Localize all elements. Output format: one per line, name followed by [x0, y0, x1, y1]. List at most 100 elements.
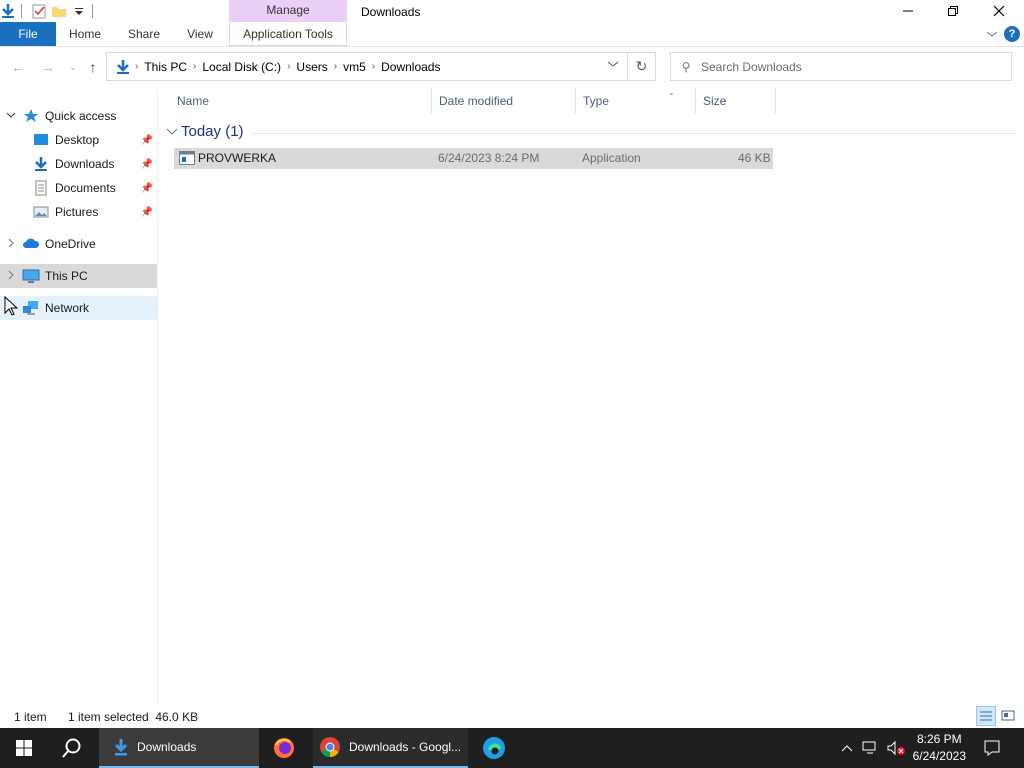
title-bar: Manage Downloads	[0, 0, 1024, 22]
search-placeholder: Search Downloads	[701, 59, 802, 74]
details-view-button[interactable]	[976, 706, 996, 726]
taskbar-file-explorer[interactable]: Downloads	[99, 728, 259, 768]
sidebar-item-desktop[interactable]: Desktop 📌	[0, 128, 157, 152]
new-folder-icon[interactable]	[51, 3, 67, 19]
taskbar-chrome[interactable]: Downloads - Googl...	[313, 728, 468, 768]
tab-file[interactable]: File	[0, 22, 56, 46]
customize-toolbar-icon[interactable]	[71, 3, 87, 19]
pictures-icon	[33, 206, 49, 218]
download-arrow-icon[interactable]	[0, 3, 16, 19]
sidebar-item-network[interactable]: Network	[0, 296, 157, 320]
pin-icon[interactable]: 📌	[141, 135, 153, 146]
refresh-icon: ↻	[635, 58, 648, 74]
file-date-modified: 6/24/2023 8:24 PM	[438, 151, 540, 165]
column-header-type[interactable]: Type	[576, 88, 696, 114]
taskbar-label: Downloads - Googl...	[349, 740, 462, 754]
address-history-dropdown[interactable]	[607, 59, 619, 72]
pane-divider[interactable]	[157, 90, 158, 705]
start-button[interactable]	[0, 728, 48, 768]
close-button[interactable]	[976, 0, 1022, 22]
group-header-today[interactable]: Today (1)	[166, 123, 244, 140]
file-row[interactable]: PROVWERKA 6/24/2023 8:24 PM Application …	[174, 148, 773, 169]
sidebar-item-downloads[interactable]: Downloads 📌	[0, 152, 157, 176]
windows-logo-icon	[16, 740, 32, 756]
action-center-icon	[984, 740, 1000, 756]
navigation-pane: Quick access Desktop 📌 Downloads 📌 Docum…	[0, 90, 158, 705]
minimize-button[interactable]	[885, 0, 931, 22]
network-status-icon	[862, 741, 876, 754]
sidebar-item-documents[interactable]: Documents 📌	[0, 176, 157, 200]
selection-info: 1 item selected 46.0 KB	[68, 710, 199, 724]
breadcrumb-users[interactable]: Users	[290, 60, 333, 74]
item-count: 1 item	[14, 710, 47, 724]
show-hidden-icons-button[interactable]	[836, 728, 858, 768]
volume-tray-button[interactable]	[884, 728, 908, 768]
sidebar-item-onedrive[interactable]: OneDrive	[0, 232, 157, 256]
toolbar-separator	[21, 4, 22, 18]
tab-home[interactable]: Home	[60, 22, 110, 46]
chevron-down-icon: ⌄	[69, 62, 77, 72]
sidebar-item-label: Desktop	[55, 133, 100, 147]
pin-icon[interactable]: 📌	[141, 207, 153, 218]
column-header-name[interactable]: Name	[170, 88, 432, 114]
taskbar-edge[interactable]	[476, 728, 512, 768]
column-header-date-modified[interactable]: Date modified	[432, 88, 576, 114]
system-clock[interactable]: 8:26 PM 6/24/2023	[913, 731, 966, 765]
pin-icon[interactable]: 📌	[141, 159, 153, 170]
network-icon	[23, 301, 38, 315]
computer-icon	[22, 269, 40, 283]
chevron-right-icon[interactable]	[0, 270, 22, 283]
back-arrow-icon: ←	[11, 59, 25, 75]
breadcrumb-local-disk[interactable]: Local Disk (C:)	[196, 60, 287, 74]
firefox-icon	[274, 738, 294, 758]
document-icon	[35, 180, 47, 196]
window-title: Downloads	[361, 5, 421, 19]
sidebar-item-pictures[interactable]: Pictures 📌	[0, 200, 157, 224]
sidebar-item-label: Downloads	[55, 157, 115, 171]
details-view-icon	[980, 711, 992, 721]
breadcrumb-this-pc[interactable]: This PC	[138, 60, 193, 74]
search-button[interactable]	[48, 728, 96, 768]
network-tray-button[interactable]	[860, 728, 882, 768]
tab-view[interactable]: View	[178, 22, 222, 46]
forward-button[interactable]: →	[38, 56, 58, 78]
column-header-size[interactable]: Size	[696, 88, 776, 114]
address-bar[interactable]: › This PC › Local Disk (C:) › Users › vm…	[106, 52, 656, 81]
help-icon[interactable]: ?	[1004, 26, 1020, 42]
notifications-button[interactable]	[976, 728, 1008, 768]
minimize-icon	[903, 10, 913, 12]
sidebar-item-quick-access[interactable]: Quick access	[0, 104, 157, 128]
volume-muted-icon	[887, 740, 905, 756]
application-icon	[179, 151, 195, 165]
pin-icon[interactable]: 📌	[141, 183, 153, 194]
recent-locations-button[interactable]: ⌄	[63, 56, 83, 78]
expand-ribbon-icon[interactable]	[986, 29, 998, 39]
status-bar: 1 item 1 item selected 46.0 KB	[0, 706, 1024, 728]
taskbar-firefox[interactable]	[266, 728, 302, 768]
collapse-group-icon[interactable]	[166, 127, 178, 137]
search-input[interactable]: ⚲ Search Downloads	[670, 52, 1012, 81]
manage-contextual-tab[interactable]: Manage	[229, 0, 347, 22]
tab-application-tools[interactable]: Application Tools	[229, 22, 347, 46]
mouse-cursor-icon	[4, 296, 18, 316]
taskbar: Downloads Downloads - Googl... 8:26 PM 6…	[0, 728, 1024, 768]
download-arrow-icon	[114, 739, 128, 756]
ribbon-controls: ?	[986, 26, 1020, 42]
sidebar-item-label: This PC	[45, 269, 88, 283]
refresh-button[interactable]: ↻	[627, 53, 655, 80]
properties-icon[interactable]	[31, 3, 47, 19]
back-button[interactable]: ←	[8, 56, 28, 78]
expanded-chevron-icon[interactable]	[0, 110, 22, 123]
breadcrumb-downloads[interactable]: Downloads	[375, 60, 446, 74]
edge-icon	[483, 737, 505, 759]
breadcrumb-vm5[interactable]: vm5	[337, 60, 372, 74]
view-switcher	[976, 706, 1018, 726]
sidebar-item-this-pc[interactable]: This PC	[0, 264, 157, 288]
chevron-right-icon[interactable]	[0, 238, 22, 251]
up-button[interactable]: ↑	[83, 56, 103, 78]
restore-button[interactable]	[930, 0, 976, 22]
large-icons-view-button[interactable]	[998, 706, 1018, 726]
tab-share[interactable]: Share	[120, 22, 168, 46]
sidebar-item-label: Quick access	[45, 109, 117, 123]
restore-icon	[948, 6, 958, 16]
